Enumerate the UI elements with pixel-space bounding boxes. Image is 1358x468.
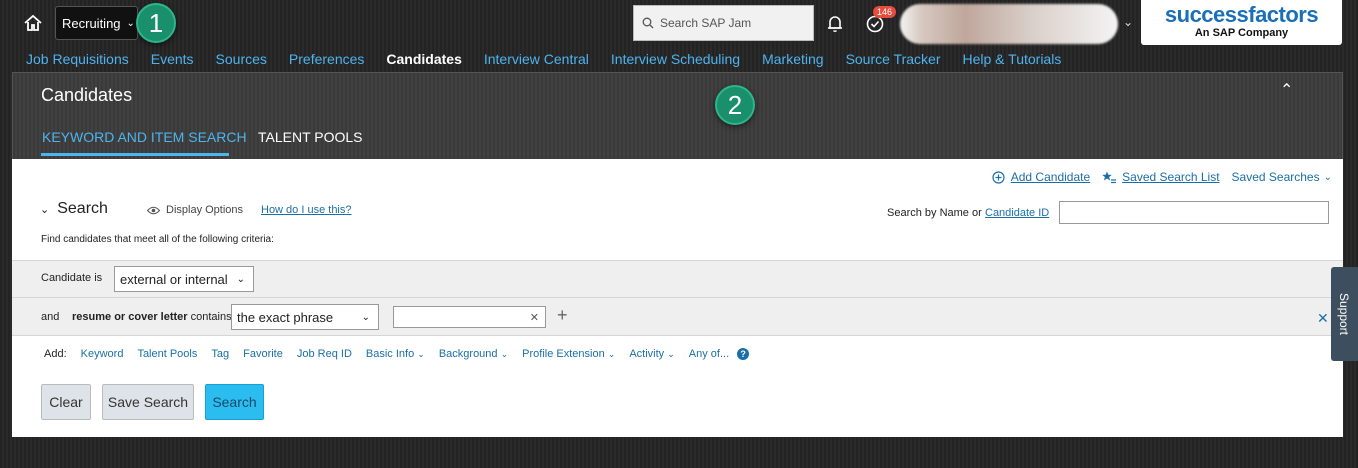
add-criteria-icon[interactable]: + — [557, 305, 568, 326]
chevron-down-icon: ⌄ — [126, 17, 135, 29]
candidates-header-panel — [12, 72, 1343, 159]
add-background-dropdown[interactable]: Background ⌄ — [439, 348, 508, 360]
candidate-id-link[interactable]: Candidate ID — [985, 207, 1049, 219]
add-activity-dropdown[interactable]: Activity ⌄ — [629, 348, 674, 360]
add-candidate-link[interactable]: Add Candidate — [992, 170, 1090, 184]
chevron-up-icon[interactable]: ⌃ — [1280, 80, 1293, 100]
nav-item-help-tutorials[interactable]: Help & Tutorials — [963, 51, 1062, 67]
logo-brand: successfactors — [1164, 2, 1319, 27]
chevron-down-icon: ⌄ — [667, 349, 675, 359]
add-keyword-link[interactable]: Keyword — [81, 348, 124, 360]
jam-search-input[interactable]: Search SAP Jam — [633, 5, 814, 41]
saved-search-list-link[interactable]: Saved Search List — [1102, 170, 1220, 184]
chevron-down-icon[interactable]: ⌄ — [1123, 15, 1133, 29]
logo-sub: An SAP Company — [1194, 27, 1289, 39]
search-heading: Search — [57, 200, 108, 217]
background-label: Background — [438, 348, 498, 360]
nav-item-sources[interactable]: Sources — [216, 51, 267, 67]
chevron-down-icon: ⌄ — [417, 349, 425, 359]
chevron-down-icon: ⌄ — [500, 349, 509, 359]
add-favorite-link[interactable]: Favorite — [243, 348, 283, 360]
help-icon[interactable]: ? — [737, 348, 750, 360]
chevron-down-icon: ⌄ — [361, 311, 370, 323]
add-tag-link[interactable]: Tag — [211, 348, 229, 360]
remove-row-icon[interactable]: ✕ — [1317, 310, 1329, 327]
add-profile-extension-dropdown[interactable]: Profile Extension ⌄ — [522, 348, 615, 360]
match-type-select[interactable]: the exact phrase ⌄ — [231, 304, 379, 330]
save-search-button[interactable]: Save Search — [102, 384, 194, 420]
step-badge-1: 1 — [136, 3, 176, 43]
saved-searches-dropdown[interactable]: Saved Searches ⌄ — [1232, 170, 1332, 184]
active-tab-indicator — [41, 153, 229, 156]
todo-count-badge: 146 — [873, 6, 897, 18]
candidate-type-select[interactable]: external or internal ⌄ — [114, 266, 254, 292]
nav-item-interview-scheduling[interactable]: Interview Scheduling — [611, 51, 740, 67]
chevron-down-icon: ⌄ — [607, 349, 616, 359]
clear-input-icon[interactable]: ✕ — [530, 311, 539, 324]
support-tab[interactable]: Support — [1331, 267, 1358, 361]
chevron-down-icon: ⌄ — [1323, 171, 1332, 183]
chevron-down-icon: ⌄ — [40, 203, 50, 216]
nav-item-source-tracker[interactable]: Source Tracker — [846, 51, 941, 67]
how-do-i-use-this-link[interactable]: How do I use this? — [261, 204, 352, 216]
nav-item-marketing[interactable]: Marketing — [762, 51, 823, 67]
add-talent-pools-link[interactable]: Talent Pools — [137, 348, 197, 360]
tab-keyword-item-search[interactable]: KEYWORD AND ITEM SEARCH — [42, 129, 247, 145]
step-badge-2: 2 — [715, 85, 755, 125]
chevron-down-icon: ⌄ — [236, 273, 245, 285]
saved-search-list-label: Saved Search List — [1122, 170, 1220, 184]
criteria-instructions: Find candidates that meet all of the fol… — [41, 234, 274, 245]
jam-search-placeholder: Search SAP Jam — [660, 16, 752, 30]
search-section-toggle[interactable]: ⌄ Search — [40, 200, 108, 218]
avatar[interactable] — [900, 4, 1118, 44]
add-basic-info-dropdown[interactable]: Basic Info ⌄ — [366, 348, 425, 360]
module-switcher-button[interactable]: Recruiting ⌄ — [55, 6, 138, 40]
add-candidate-label: Add Candidate — [1010, 170, 1091, 184]
eye-icon — [147, 206, 160, 214]
star-list-icon — [1102, 171, 1117, 183]
resume-contains-label: resume or cover letter contains — [72, 311, 232, 323]
activity-label: Activity — [629, 348, 665, 360]
and-label: and — [41, 311, 60, 323]
add-criteria-bar: Add: Keyword Talent Pools Tag Favorite J… — [44, 348, 750, 360]
display-options-button[interactable]: Display Options — [147, 204, 243, 216]
nav-item-job-requisitions[interactable]: Job Requisitions — [26, 51, 129, 67]
add-label: Add: — [44, 348, 67, 360]
page-title: Candidates — [41, 85, 133, 105]
candidate-type-value: external or internal — [120, 271, 228, 287]
bell-icon[interactable] — [824, 12, 846, 34]
nav-item-interview-central[interactable]: Interview Central — [484, 51, 589, 67]
display-options-label: Display Options — [166, 204, 244, 216]
nav-item-preferences[interactable]: Preferences — [289, 51, 364, 67]
profile-extension-label: Profile Extension — [522, 348, 605, 360]
resume-field-label: resume or cover letter — [72, 311, 188, 323]
support-label: Support — [1337, 292, 1352, 336]
clear-button[interactable]: Clear — [41, 384, 91, 420]
nav-item-events[interactable]: Events — [151, 51, 194, 67]
search-button[interactable]: Search — [205, 384, 264, 420]
basic-info-label: Basic Info — [365, 348, 415, 360]
main-nav: Job Requisitions Events Sources Preferen… — [26, 51, 1083, 67]
saved-searches-label: Saved Searches — [1231, 170, 1320, 184]
search-by-name-input[interactable] — [1059, 201, 1329, 224]
match-type-value: the exact phrase — [237, 309, 334, 325]
search-icon — [642, 17, 654, 29]
successfactors-logo: successfactors An SAP Company — [1141, 0, 1342, 45]
nav-item-candidates[interactable]: Candidates — [386, 51, 461, 67]
tab-talent-pools[interactable]: TALENT POOLS — [258, 129, 363, 145]
add-job-req-id-link[interactable]: Job Req ID — [297, 348, 352, 360]
home-icon[interactable] — [22, 12, 44, 34]
search-by-name-label: Search by Name or — [887, 207, 982, 219]
add-circle-icon — [992, 170, 1005, 184]
module-label: Recruiting — [62, 15, 121, 31]
add-any-of-link[interactable]: Any of... — [689, 348, 729, 360]
candidate-actions: Add Candidate Saved Search List Saved Se… — [980, 170, 1332, 184]
candidate-is-label: Candidate is — [41, 272, 103, 284]
phrase-input[interactable]: ✕ — [393, 306, 546, 328]
contains-label: contains — [190, 311, 232, 323]
